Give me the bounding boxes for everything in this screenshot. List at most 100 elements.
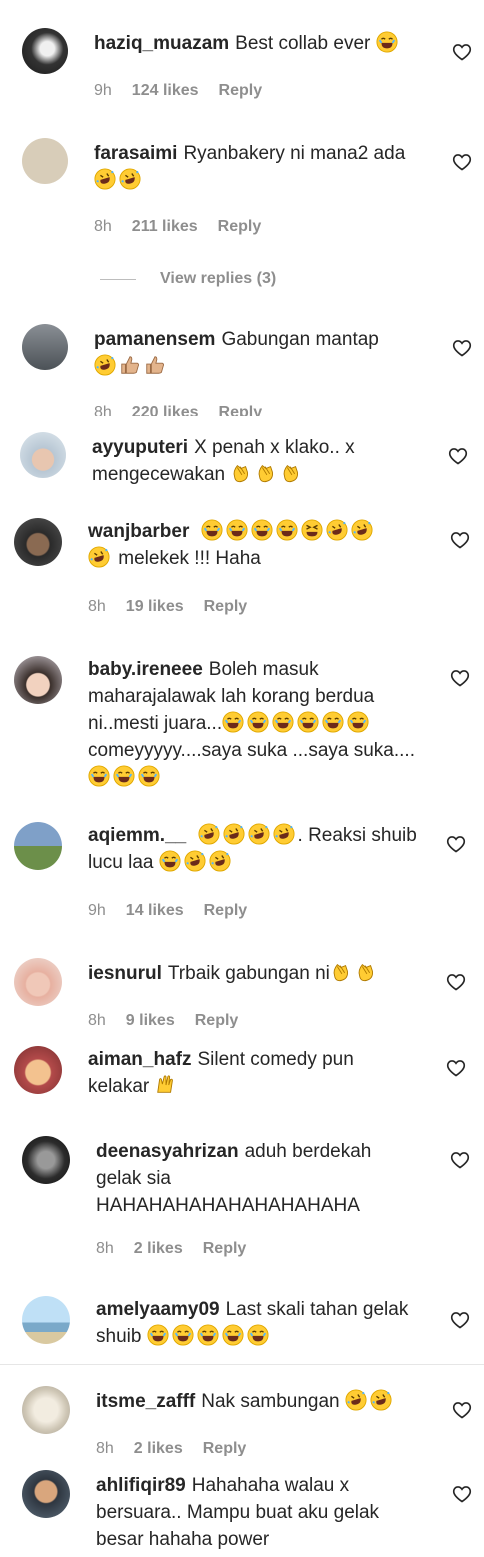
username[interactable]: wanjbarber: [88, 521, 189, 542]
comment-meta: 8h 211 likes Reply: [94, 218, 261, 236]
comment-body: Nak sambungan: [201, 1391, 340, 1412]
reply-button[interactable]: Reply: [195, 1012, 239, 1028]
timestamp: 9h: [94, 82, 112, 99]
heart-icon[interactable]: [450, 530, 470, 550]
likes-count[interactable]: 220 likes: [132, 404, 199, 416]
laughing-emoji-icon: [159, 850, 181, 872]
likes-count[interactable]: 124 likes: [132, 82, 199, 100]
avatar[interactable]: [14, 822, 62, 870]
avatar[interactable]: [22, 1386, 70, 1434]
clapping-hands-icon: [230, 462, 252, 484]
clapping-hands-icon: [355, 961, 377, 983]
reply-button[interactable]: Reply: [204, 902, 248, 920]
heart-icon[interactable]: [452, 152, 472, 172]
heart-icon[interactable]: [448, 446, 468, 466]
comment-text: itsme_zafff Nak sambungan: [96, 1388, 436, 1415]
comment-body: Trbaik gabungan ni: [167, 963, 330, 984]
rofl-emoji-icon: [351, 519, 373, 541]
raised-hands-icon: [155, 1074, 177, 1096]
timestamp: 9h: [88, 902, 106, 919]
avatar[interactable]: [22, 1136, 70, 1184]
rofl-emoji-icon: [273, 823, 295, 845]
username[interactable]: itsme_zafff: [96, 1391, 195, 1412]
rofl-emoji-icon: [370, 1389, 392, 1411]
rofl-emoji-icon: [345, 1389, 367, 1411]
username[interactable]: aiman_hafz: [88, 1049, 191, 1070]
likes-count[interactable]: 2 likes: [134, 1240, 183, 1258]
avatar[interactable]: [20, 432, 66, 478]
likes-count[interactable]: 19 likes: [126, 598, 184, 616]
username[interactable]: iesnurul: [88, 963, 162, 984]
heart-icon[interactable]: [452, 1400, 472, 1420]
heart-icon[interactable]: [450, 1310, 470, 1330]
laughing-emoji-icon: [322, 711, 344, 733]
squinting-emoji-icon: [301, 519, 323, 541]
avatar[interactable]: [14, 958, 62, 1006]
reply-button[interactable]: Reply: [219, 82, 263, 100]
comment-meta: 8h 19 likes Reply: [88, 598, 247, 616]
reply-button[interactable]: Reply: [204, 598, 248, 616]
likes-count[interactable]: 9 likes: [126, 1012, 175, 1028]
reply-button[interactable]: Reply: [219, 404, 263, 416]
rofl-emoji-icon: [88, 546, 110, 568]
timestamp: 8h: [94, 218, 112, 235]
view-replies-button[interactable]: View replies (3): [100, 270, 276, 288]
avatar[interactable]: [22, 324, 68, 370]
heart-icon[interactable]: [450, 668, 470, 688]
laughing-emoji-icon: [88, 765, 110, 787]
laughing-emoji-icon: [276, 519, 298, 541]
timestamp: 8h: [96, 1240, 114, 1257]
username[interactable]: haziq_muazam: [94, 33, 229, 54]
avatar[interactable]: [22, 1296, 70, 1344]
rofl-emoji-icon: [198, 823, 220, 845]
username[interactable]: aqiemm.__: [88, 825, 186, 846]
likes-count[interactable]: 14 likes: [126, 902, 184, 920]
username[interactable]: baby.ireneee: [88, 659, 203, 680]
avatar[interactable]: [14, 1046, 62, 1094]
heart-icon[interactable]: [446, 1058, 466, 1078]
heart-icon[interactable]: [452, 338, 472, 358]
avatar[interactable]: [22, 1470, 70, 1518]
avatar[interactable]: [14, 656, 62, 704]
comment-text: baby.ireneee Boleh masuk maharajalawak la…: [88, 656, 428, 791]
username[interactable]: ayyuputeri: [92, 437, 188, 458]
avatar[interactable]: [22, 138, 68, 184]
username[interactable]: ahlifiqir89: [96, 1475, 186, 1496]
timestamp: 8h: [88, 1012, 106, 1028]
heart-icon[interactable]: [446, 972, 466, 992]
likes-count[interactable]: 2 likes: [134, 1440, 183, 1456]
timestamp: 8h: [96, 1440, 114, 1456]
reply-button[interactable]: Reply: [203, 1440, 247, 1456]
comment-body: Gabungan mantap: [221, 329, 379, 350]
rofl-emoji-icon: [184, 850, 206, 872]
comment-body: melekek !!! Haha: [118, 548, 261, 569]
username[interactable]: deenasyahrizan: [96, 1141, 239, 1162]
laughing-emoji-icon: [247, 1324, 269, 1346]
reply-button[interactable]: Reply: [218, 218, 262, 236]
heart-icon[interactable]: [452, 1484, 472, 1504]
laughing-emoji-icon: [297, 711, 319, 733]
heart-icon[interactable]: [452, 42, 472, 62]
username[interactable]: amelyaamy09: [96, 1299, 220, 1320]
rofl-emoji-icon: [223, 823, 245, 845]
laughing-emoji-icon: [147, 1324, 169, 1346]
likes-count[interactable]: 211 likes: [132, 218, 198, 236]
timestamp: 8h: [94, 404, 112, 416]
rofl-emoji-icon: [94, 354, 116, 376]
avatar[interactable]: [14, 518, 62, 566]
clapping-hands-icon: [280, 462, 302, 484]
rofl-emoji-icon: [119, 168, 141, 190]
reply-button[interactable]: Reply: [203, 1240, 247, 1258]
heart-icon[interactable]: [450, 1150, 470, 1170]
heart-icon[interactable]: [446, 834, 466, 854]
avatar[interactable]: [22, 28, 68, 74]
username[interactable]: pamanensem: [94, 329, 215, 350]
username[interactable]: farasaimi: [94, 143, 177, 164]
rofl-emoji-icon: [326, 519, 348, 541]
comment-body-2: comeyyyyy....saya suka ...saya suka....: [88, 740, 415, 761]
comment-meta: 9h 124 likes Reply: [94, 82, 262, 100]
view-replies-label: View replies (3): [160, 270, 277, 287]
thumbs-up-icon: [119, 354, 141, 376]
laughing-emoji-icon: [376, 31, 398, 53]
rofl-emoji-icon: [94, 168, 116, 190]
